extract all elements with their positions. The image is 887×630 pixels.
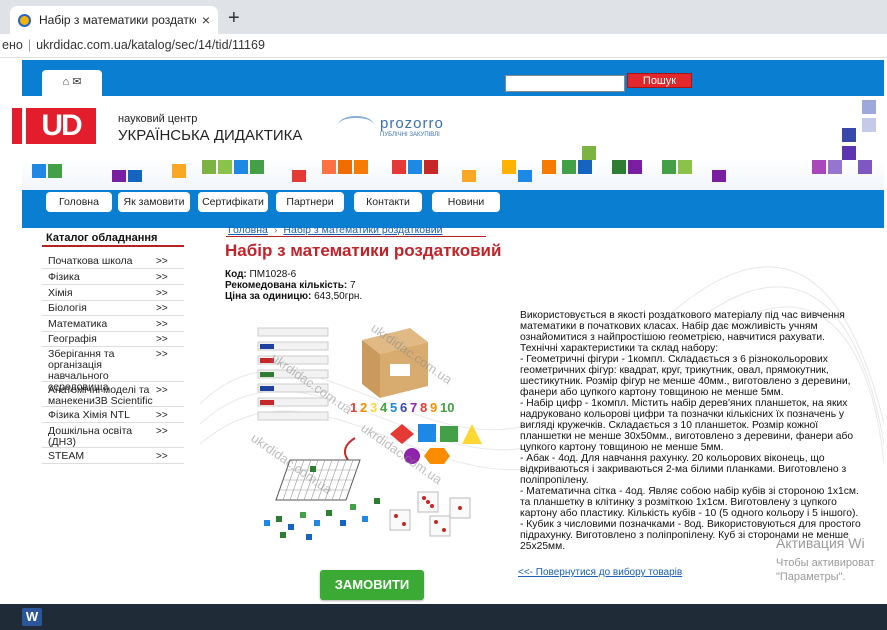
sidebar-divider <box>42 406 184 407</box>
breadcrumb-separator: › <box>273 224 278 236</box>
svg-text:6: 6 <box>400 400 407 415</box>
product-price: Ціна за одиницю: 643,50грн. <box>225 291 362 302</box>
tab-title: Набір з математики роздатков <box>39 13 196 27</box>
sidebar-arrow-icon[interactable]: >> <box>156 410 168 421</box>
svg-text:2: 2 <box>360 400 367 415</box>
browser-tabbar: Набір з математики роздатков × + <box>0 0 887 34</box>
taskbar <box>0 604 887 630</box>
sidebar-divider <box>42 315 184 316</box>
sidebar-divider <box>42 284 184 285</box>
prozorro-subtitle: ПУБЛІЧНІ ЗАКУПІВЛІ <box>380 132 440 138</box>
ud-logo[interactable]: UD <box>26 108 96 144</box>
dice-image <box>389 491 471 537</box>
code-label: Код: <box>225 269 247 280</box>
sidebar-arrow-icon[interactable]: >> <box>156 319 168 330</box>
sidebar-divider <box>42 268 184 269</box>
search-input[interactable] <box>505 75 625 92</box>
svg-text:10: 10 <box>440 400 454 415</box>
sidebar-divider <box>42 346 184 347</box>
description-paragraph: Технічні характеристики та склад набору: <box>520 343 719 354</box>
sidebar-arrow-icon[interactable]: >> <box>156 303 168 314</box>
description-paragraph: Використовується в якості роздаткового м… <box>520 310 845 343</box>
sidebar-divider <box>42 422 184 423</box>
prozorro-logo-icon <box>338 116 374 134</box>
product-description: Використовується в якості роздаткового м… <box>520 310 865 552</box>
nav-item-home[interactable]: Головна <box>46 192 112 212</box>
nav-item-partners[interactable]: Партнери <box>276 192 344 212</box>
sidebar-item-anatomy[interactable]: Анатомічні моделі та манекени3B Scientif… <box>48 385 156 407</box>
description-paragraph: - Математична сітка - 4од. Являє собою н… <box>520 486 859 519</box>
code-value: ПМ1028-6 <box>249 269 297 280</box>
site-favicon-icon <box>18 13 31 27</box>
svg-text:4: 4 <box>380 400 388 415</box>
nav-item-news[interactable]: Новини <box>432 192 500 212</box>
description-paragraph: - Набір цифр - 1компл. Містить набір дер… <box>520 398 854 453</box>
breadcrumb-home[interactable]: Головна <box>228 224 268 236</box>
breadcrumb-underline <box>226 236 486 237</box>
catalog-title-underline <box>42 245 184 247</box>
description-paragraph: - Геометричні фігури - 1компл. Складаєть… <box>520 354 851 398</box>
sidebar-arrow-icon[interactable]: >> <box>156 385 168 396</box>
svg-text:7: 7 <box>410 400 417 415</box>
close-tab-icon[interactable]: × <box>202 12 210 28</box>
svg-text:8: 8 <box>420 400 427 415</box>
windows-activation-text: Чтобы активироват "Параметры". <box>776 557 875 583</box>
product-code: Код: ПМ1028-6 <box>225 269 296 280</box>
logo-side-bar <box>12 108 22 144</box>
product-quantity: Рекомедована кількість: 7 <box>225 280 356 291</box>
browser-tab[interactable]: Набір з математики роздатков × <box>10 6 218 34</box>
search-button[interactable]: Пошук <box>627 73 692 88</box>
address-bar[interactable]: ено | ukrdidac.com.ua/katalog/sec/14/tid/1… <box>0 34 887 58</box>
back-to-products-link[interactable]: <<- Повернутися до вибору товарів <box>518 567 682 578</box>
windows-activation-title: Активация Wi <box>776 535 865 551</box>
sidebar-divider <box>42 447 184 448</box>
sidebar-item-preschool[interactable]: Дошкільна освіта (ДНЗ) <box>48 426 148 448</box>
sidebar-divider <box>42 300 184 301</box>
address-url[interactable]: ukrdidac.com.ua/katalog/sec/14/tid/11169 <box>36 38 265 52</box>
number-cards-image: 1 2 3 4 5 6 7 8 9 10 <box>350 400 454 415</box>
price-value: 643,50грн. <box>314 291 363 302</box>
order-button[interactable]: ЗАМОВИТИ <box>320 570 424 600</box>
svg-text:5: 5 <box>390 400 397 415</box>
sidebar-arrow-icon[interactable]: >> <box>156 349 168 360</box>
sidebar-divider <box>42 381 184 382</box>
top-band <box>22 60 884 96</box>
home-mail-tab[interactable]: ⌂ ✉ <box>42 70 102 96</box>
new-tab-icon[interactable]: + <box>228 8 240 28</box>
sidebar-divider <box>42 463 184 464</box>
sidebar-arrow-icon[interactable]: >> <box>156 426 168 437</box>
sidebar-arrow-icon[interactable]: >> <box>156 288 168 299</box>
word-app-icon[interactable]: W <box>22 608 42 626</box>
nav-item-certificates[interactable]: Сертифікати <box>198 192 268 212</box>
sidebar-arrow-icon[interactable]: >> <box>156 334 168 345</box>
breadcrumb-current[interactable]: Набір з математики роздатковий <box>283 224 442 236</box>
quantity-label: Рекомедована кількість: <box>225 280 348 291</box>
svg-text:3: 3 <box>370 400 377 415</box>
sidebar-arrow-icon[interactable]: >> <box>156 272 168 283</box>
cubes-image <box>264 498 380 540</box>
prozorro-logo[interactable]: prozorro <box>380 115 444 132</box>
quantity-value: 7 <box>350 280 356 291</box>
address-prefix: ено <box>2 38 23 52</box>
org-subtitle: науковий центр <box>118 113 198 125</box>
price-label: Ціна за одиницю: <box>225 291 312 302</box>
nav-item-contacts[interactable]: Контакти <box>354 192 422 212</box>
sidebar-arrow-icon[interactable]: >> <box>156 256 168 267</box>
svg-text:9: 9 <box>430 400 437 415</box>
catalog-title: Каталог обладнання <box>46 232 158 244</box>
product-image[interactable]: 1 2 3 4 5 6 7 8 9 10 ukrdidac.com.ua ukr… <box>250 320 500 545</box>
nav-item-how-to-order[interactable]: Як замовити <box>118 192 190 212</box>
sidebar-arrow-icon[interactable]: >> <box>156 451 168 462</box>
sidebar-divider <box>42 331 184 332</box>
page-title: Набір з математики роздатковий <box>225 241 502 260</box>
address-separator: | <box>27 38 32 52</box>
description-paragraph: - Абак - 4од. Для навчання рахунку. 20 к… <box>520 453 847 486</box>
color-mosaic <box>22 100 884 190</box>
breadcrumb: Головна › Набір з математики роздатковий <box>228 224 442 236</box>
